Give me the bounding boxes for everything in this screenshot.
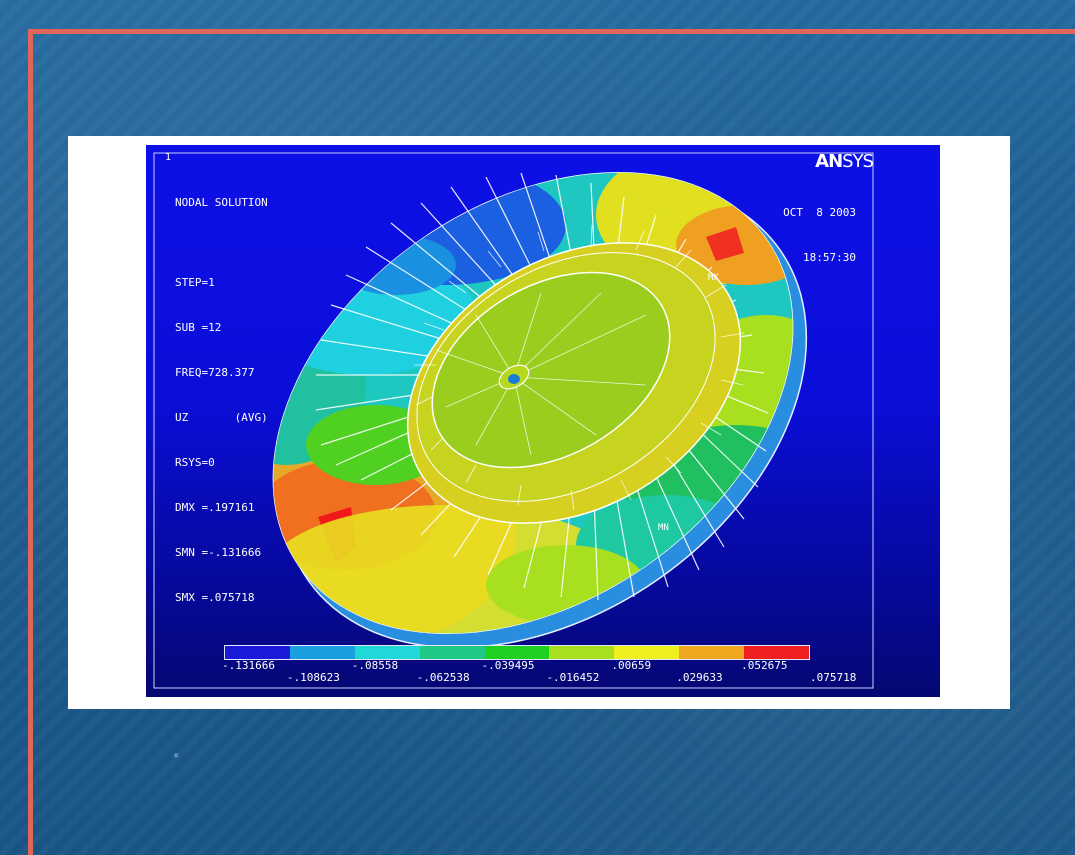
legend-value: -.016452 [546,671,600,684]
legend-value: .00659 [611,659,652,672]
legend-value: -.08558 [351,659,399,672]
frame-left-border [28,29,33,855]
frame-top-border [28,29,1075,34]
ansys-plot: MX MN 1 ANSYS NODAL SOLUTION STEP=1 SUB … [146,145,940,697]
legend-value: -.039495 [481,659,535,672]
legend-value: .052675 [741,659,788,672]
legend-value: -.108623 [286,671,340,684]
slide-footnote: 。 [174,746,185,759]
legend-value: -.131666 [222,659,275,672]
legend-labels: -.131666 -.108623 -.08558 -.062538 -.039495-… [146,145,940,697]
legend-value: -.062538 [416,671,470,684]
legend-value: .075718 [810,671,857,684]
legend-value: .029633 [676,671,723,684]
